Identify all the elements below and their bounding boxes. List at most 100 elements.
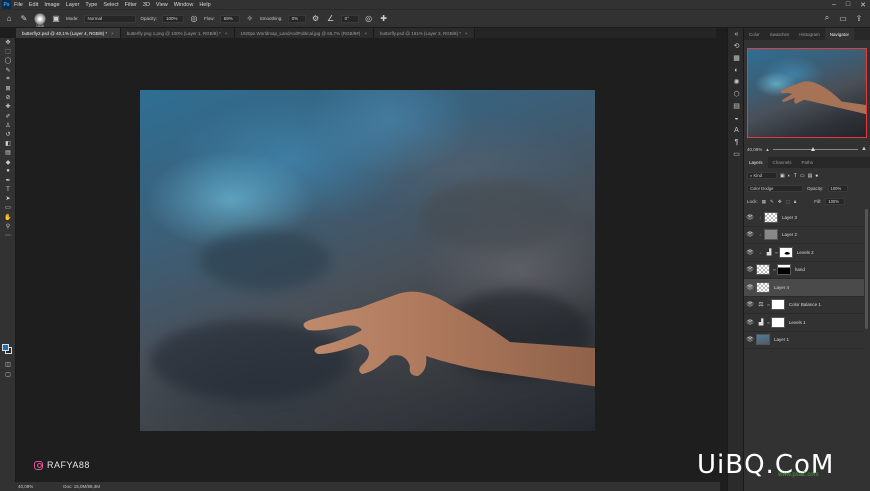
lock-position-icon[interactable]: ✥ xyxy=(778,199,782,205)
gradient-tool-icon[interactable]: ▤ xyxy=(0,148,16,157)
filter-shape-icon[interactable]: ▭ xyxy=(800,173,805,179)
eraser-tool-icon[interactable]: ◧ xyxy=(0,139,16,148)
layer-opacity-field[interactable]: 100% xyxy=(827,185,848,192)
menu-select[interactable]: Select xyxy=(103,2,118,8)
pressure-size-icon[interactable]: ◎ xyxy=(364,14,374,24)
quick-select-tool-icon[interactable]: ✎ xyxy=(0,66,16,75)
blend-mode-select[interactable]: Color Dodge xyxy=(747,185,803,192)
tab-layers[interactable]: Layers xyxy=(744,156,768,169)
mode-select[interactable]: Normal xyxy=(83,14,136,23)
marquee-tool-icon[interactable]: ⬚ xyxy=(0,47,16,56)
flow-field[interactable]: 69% xyxy=(219,14,240,23)
eyedropper-tool-icon[interactable]: ⊘ xyxy=(0,93,16,102)
screen-mode-icon[interactable]: ▢ xyxy=(0,370,16,379)
tab-channels[interactable]: Channels xyxy=(768,157,797,169)
minimize-button[interactable]: – xyxy=(832,1,836,8)
tab-butterfly2[interactable]: butterfly2.psd @ 40,1% (Layer 4, RGB/8) … xyxy=(16,28,121,38)
brush-tool-icon[interactable]: ✎ xyxy=(19,14,29,24)
filter-smart-icon[interactable]: ▤ xyxy=(808,173,813,179)
layer-row[interactable]: 👁︎ ⚖ ∞ Color Balance 1 xyxy=(744,297,864,314)
foreground-color-swatch[interactable] xyxy=(2,344,9,351)
menu-view[interactable]: View xyxy=(156,2,168,8)
tab-butterfly-psd[interactable]: butterfly.psd @ 191% (Layer 3, RGB/8) * × xyxy=(373,28,475,38)
menu-3d[interactable]: 3D xyxy=(143,2,150,8)
tab-swatches[interactable]: Swatches xyxy=(765,28,795,40)
filter-kind-select[interactable]: ⌕ Kind xyxy=(747,172,777,179)
workspace-icon[interactable]: ▭ xyxy=(838,13,848,23)
menu-image[interactable]: Image xyxy=(44,2,59,8)
maximize-button[interactable]: □ xyxy=(846,1,850,8)
lock-artboard-icon[interactable]: ⬚ xyxy=(786,199,790,205)
layers-scrollbar[interactable] xyxy=(865,209,868,329)
lock-image-icon[interactable]: ✎ xyxy=(770,199,774,205)
menu-file[interactable]: File xyxy=(14,2,23,8)
lasso-tool-icon[interactable]: ◯ xyxy=(0,56,16,65)
layer-name[interactable]: Levels 2 xyxy=(797,250,814,255)
zoom-slider[interactable] xyxy=(772,146,859,151)
filter-toggle-icon[interactable]: ● xyxy=(815,173,818,179)
airbrush-icon[interactable]: ✧ xyxy=(245,14,255,24)
canvas-area[interactable] xyxy=(16,38,716,482)
visibility-eye-icon[interactable]: 👁︎ xyxy=(744,266,756,273)
smoothing-field[interactable]: 0% xyxy=(287,14,306,23)
layer-name[interactable]: hand xyxy=(795,267,805,272)
stamp-tool-icon[interactable]: ♙ xyxy=(0,121,16,130)
glyphs-icon[interactable]: ▭ xyxy=(728,148,745,160)
zoom-out-icon[interactable]: ▲ xyxy=(765,147,769,152)
layer-name[interactable]: Layer 4 xyxy=(774,285,789,290)
layer-row[interactable]: 👁︎ ↓ Layer 3 xyxy=(744,209,864,227)
visibility-eye-icon[interactable]: 👁︎ xyxy=(744,231,756,238)
brush-tool-icon[interactable]: ✐ xyxy=(0,112,16,121)
healing-tool-icon[interactable]: ✚ xyxy=(0,102,16,111)
shape-tool-icon[interactable]: ▭ xyxy=(0,203,16,212)
styles-icon[interactable]: ◒ xyxy=(728,112,745,124)
zoom-in-icon[interactable]: ▲ xyxy=(861,146,867,152)
menu-edit[interactable]: Edit xyxy=(29,2,38,8)
angle-field[interactable]: 0° xyxy=(340,14,359,23)
lock-all-icon[interactable]: 🔒︎ xyxy=(794,199,796,204)
pen-tool-icon[interactable]: ✒ xyxy=(0,176,16,185)
pressure-opacity-icon[interactable]: ◎ xyxy=(189,14,199,24)
share-icon[interactable]: ⇪ xyxy=(854,13,864,23)
opacity-field[interactable]: 100% xyxy=(162,14,185,23)
close-tab-icon[interactable]: × xyxy=(225,31,228,36)
layer-name[interactable]: Layer 1 xyxy=(774,337,789,342)
paragraph-icon[interactable]: ¶ xyxy=(728,136,745,148)
path-select-tool-icon[interactable]: ➤ xyxy=(0,194,16,203)
zoom-tool-icon[interactable]: ⚲ xyxy=(0,222,16,231)
brush-preset-picker[interactable]: 1536 xyxy=(34,12,46,28)
history-icon[interactable]: ⟲ xyxy=(728,40,745,52)
visibility-eye-icon[interactable]: 👁︎ xyxy=(744,284,756,291)
collapse-arrows-icon[interactable]: « xyxy=(728,28,745,40)
layer-name[interactable]: Layer 2 xyxy=(782,232,797,237)
home-icon[interactable]: ⌂ xyxy=(4,14,14,24)
properties-icon[interactable]: ▦ xyxy=(728,52,745,64)
dodge-tool-icon[interactable]: ● xyxy=(0,167,16,176)
status-zoom[interactable]: 40,09% xyxy=(18,484,33,489)
layer-name[interactable]: Color Balance 1 xyxy=(789,302,821,307)
move-tool-icon[interactable]: ✥ xyxy=(0,38,16,47)
tab-histogram[interactable]: Histogram xyxy=(794,28,825,40)
smoothing-options-icon[interactable]: ⚙ xyxy=(311,14,321,24)
navigator-preview[interactable] xyxy=(747,48,867,138)
history-brush-icon[interactable]: ↺ xyxy=(0,130,16,139)
blur-tool-icon[interactable]: ◆ xyxy=(0,157,16,166)
close-button[interactable]: ✕ xyxy=(860,1,866,9)
layer-row[interactable]: 👁︎ ↓ Layer 2 xyxy=(744,227,864,244)
tab-worldmap[interactable]: 1920px Worldmap_LandAndPolitical.jpg @ 6… xyxy=(234,28,374,38)
close-tab-icon[interactable]: × xyxy=(465,31,468,36)
visibility-eye-icon[interactable]: 👁︎ xyxy=(744,319,756,326)
menu-help[interactable]: Help xyxy=(199,2,210,8)
tab-color[interactable]: Color xyxy=(744,28,765,40)
tab-navigator[interactable]: Navigator xyxy=(824,28,855,40)
layer-fill-field[interactable]: 100% xyxy=(825,198,846,205)
adjustments-icon[interactable]: ◐ xyxy=(728,64,745,76)
type-tool-icon[interactable]: T xyxy=(0,185,16,194)
crop-tool-icon[interactable]: ⌗ xyxy=(0,75,16,84)
menu-filter[interactable]: Filter xyxy=(125,2,137,8)
layer-row[interactable]: 👁︎ ▟ ∞ Levels 1 xyxy=(744,314,864,332)
brush-settings-icon[interactable]: ▣ xyxy=(51,14,61,24)
tab-paths[interactable]: Paths xyxy=(797,157,819,169)
zoom-slider-knob[interactable] xyxy=(811,146,816,151)
frame-tool-icon[interactable]: ⊠ xyxy=(0,84,16,93)
